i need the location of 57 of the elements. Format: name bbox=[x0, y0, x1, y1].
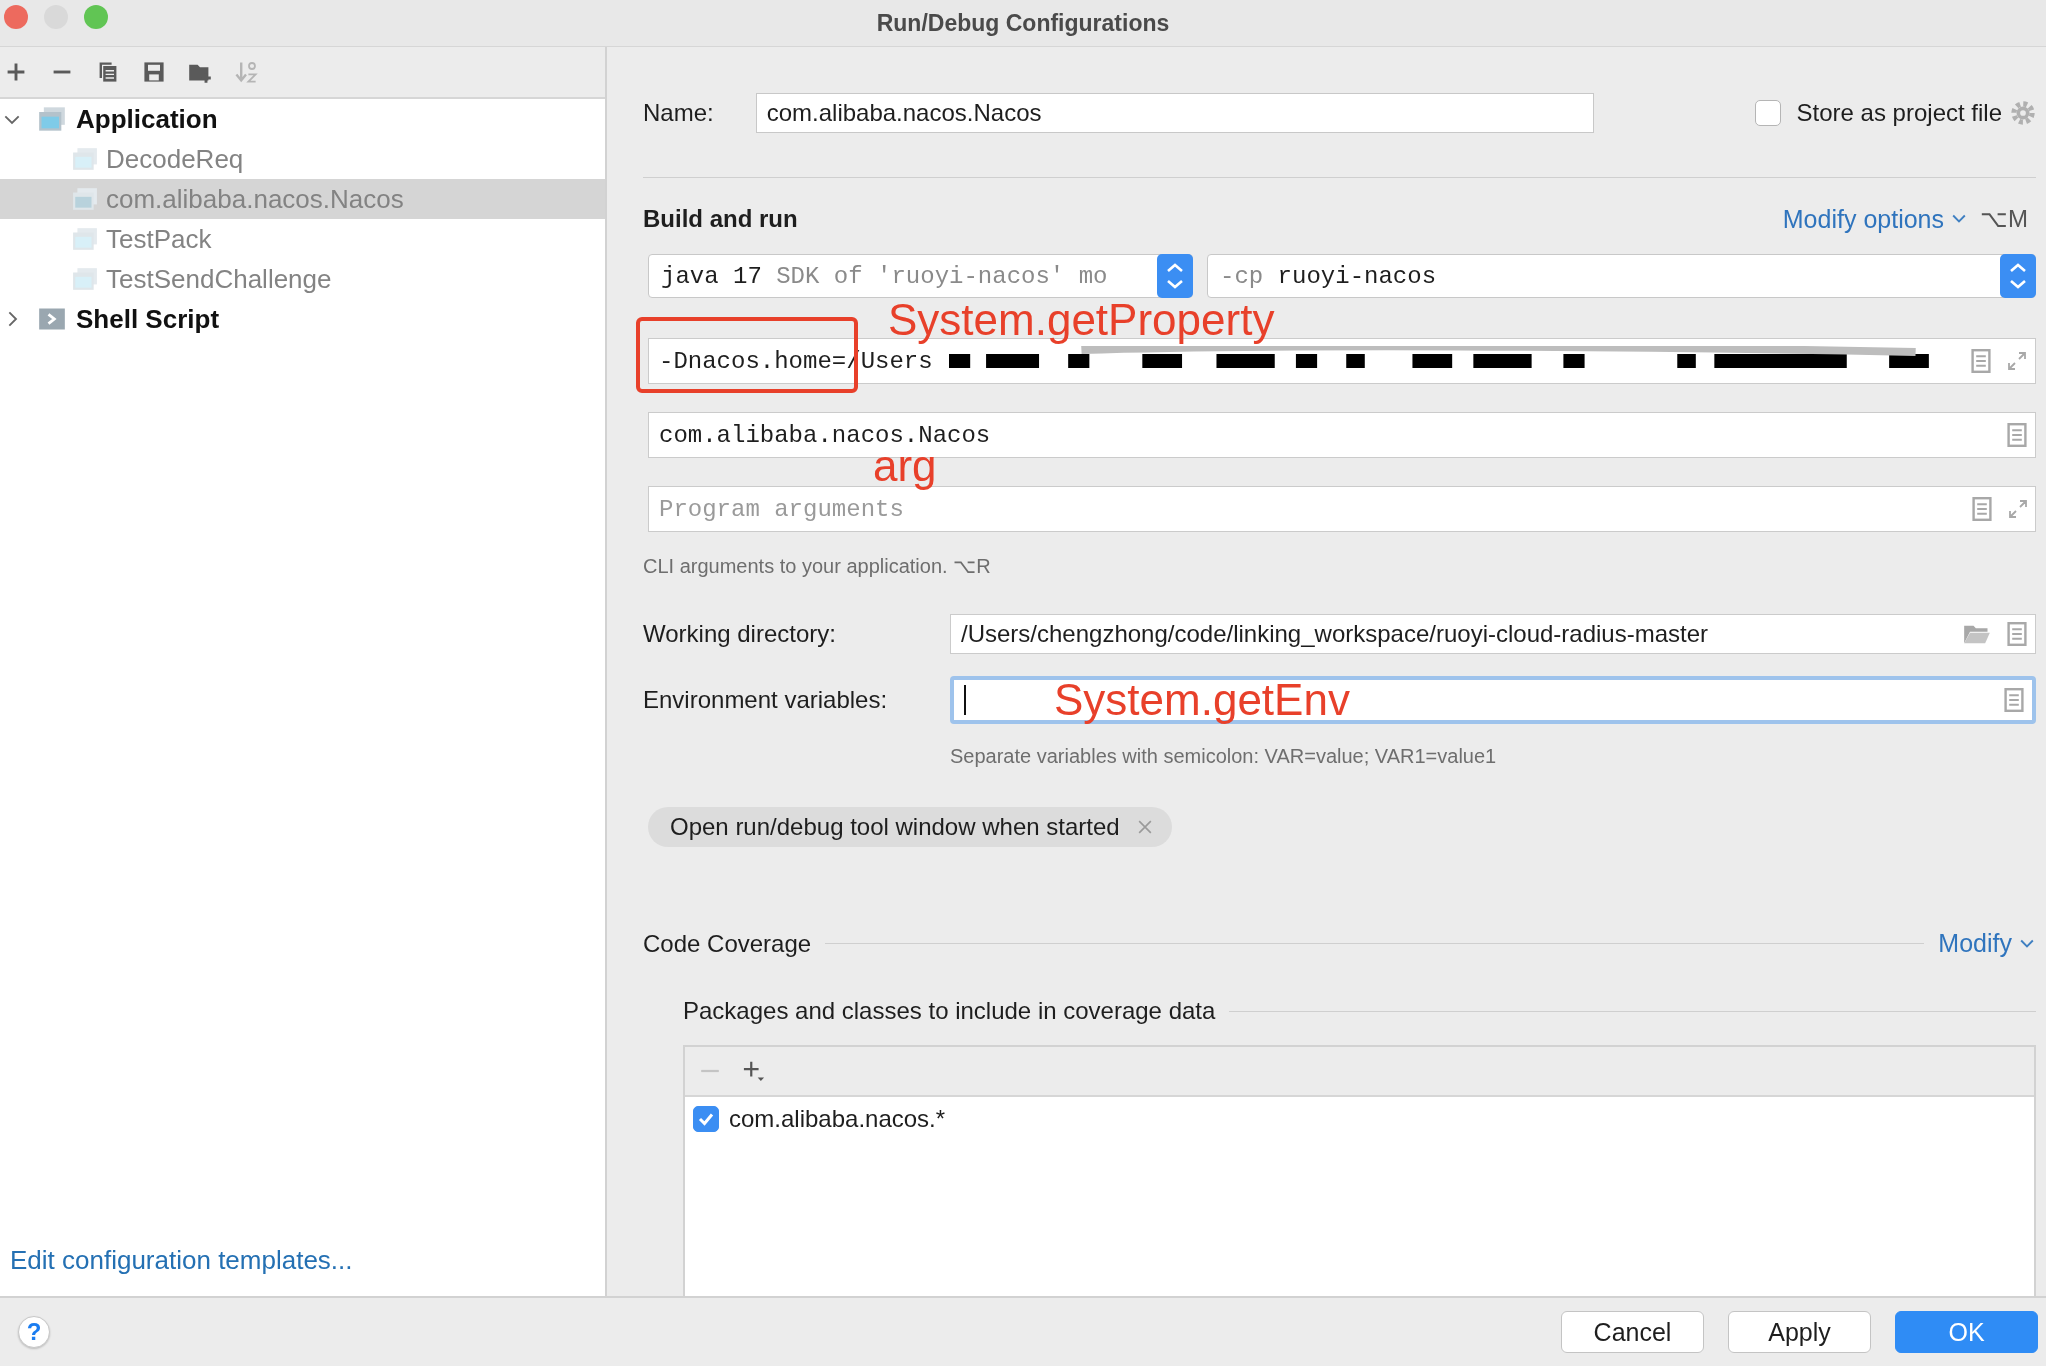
modify-link[interactable]: Modify bbox=[1938, 929, 2012, 958]
document-icon[interactable] bbox=[1972, 497, 1992, 521]
shortcut-text: ⌥M bbox=[1980, 205, 2028, 233]
store-checkbox[interactable] bbox=[1754, 100, 1781, 126]
chevron-down-icon[interactable] bbox=[2020, 938, 2034, 949]
window-control[interactable] bbox=[4, 5, 28, 29]
settings-icon[interactable] bbox=[2010, 100, 2036, 126]
name-field[interactable]: com.alibaba.nacos.Nacos bbox=[755, 93, 1594, 133]
tree-group-label[interactable]: Application bbox=[76, 103, 218, 135]
document-icon[interactable] bbox=[2004, 688, 2024, 712]
tree-group-label[interactable]: Shell Script bbox=[76, 303, 220, 335]
pattern-label: com.alibaba.nacos.* bbox=[729, 1105, 946, 1133]
dialog-button[interactable]: Apply bbox=[1728, 1311, 1871, 1353]
close-icon[interactable] bbox=[1137, 820, 1152, 834]
dialog-button[interactable]: Cancel bbox=[1561, 1311, 1704, 1353]
application-icon bbox=[72, 187, 98, 211]
window-title: Run/Debug Configurations bbox=[876, 9, 1170, 37]
dropdown-arrows-icon[interactable] bbox=[2000, 254, 2036, 298]
environment-variables-label: Environment variables: bbox=[643, 686, 889, 714]
application-icon bbox=[72, 267, 98, 291]
working-directory-field[interactable]: /Users/chengzhong/code/linking_workspace/ruoyi-cloud-radius-master bbox=[950, 614, 2036, 654]
application-icon bbox=[72, 227, 98, 251]
shell-script-icon bbox=[38, 306, 66, 332]
jre-dropdown[interactable]: java 17 SDK of 'ruoyi-nacos' mo bbox=[648, 254, 1193, 298]
document-icon[interactable] bbox=[1971, 349, 1991, 373]
store-label: Store as project file bbox=[1796, 99, 2002, 127]
annotation-text: System.getEnv bbox=[1054, 678, 1350, 722]
edit-templates-link[interactable]: Edit configuration templates... bbox=[0, 1245, 605, 1296]
hint-text: CLI arguments to your application. ⌥R bbox=[643, 554, 992, 578]
environment-variables-field[interactable]: System.getEnv bbox=[950, 676, 2036, 724]
main-class-field[interactable]: com.alibaba.nacos.Nacos bbox=[648, 412, 2036, 458]
save-icon[interactable] bbox=[142, 60, 166, 84]
chevron-down-icon[interactable] bbox=[1952, 214, 1966, 224]
name-label: Name: bbox=[643, 99, 714, 127]
section-title: Code Coverage bbox=[643, 929, 812, 958]
document-icon[interactable] bbox=[2007, 423, 2027, 447]
classpath-dropdown[interactable]: -cp ruoyi-nacos bbox=[1207, 254, 2036, 298]
document-icon[interactable] bbox=[2007, 622, 2027, 646]
tree-item[interactable]: DecodeReq bbox=[0, 139, 605, 179]
pattern-checkbox[interactable] bbox=[693, 1106, 719, 1132]
window-control[interactable] bbox=[84, 5, 108, 29]
working-directory-label: Working directory: bbox=[643, 620, 837, 648]
expand-icon[interactable] bbox=[2007, 349, 2027, 373]
help-button[interactable]: ? bbox=[18, 1316, 50, 1348]
tree-item[interactable]: TestSendChallenge bbox=[0, 259, 605, 299]
expand-icon[interactable] bbox=[2008, 497, 2028, 521]
packages-title: Packages and classes to include in coverage data bbox=[683, 997, 1216, 1025]
application-icon bbox=[72, 147, 98, 171]
dropdown-arrows-icon[interactable] bbox=[1157, 254, 1193, 298]
section-title: Build and run bbox=[643, 205, 798, 233]
sort-icon[interactable] bbox=[234, 60, 258, 84]
option-chip[interactable]: Open run/debug tool window when started bbox=[648, 807, 1172, 847]
modify-options-link[interactable]: Modify options bbox=[1782, 204, 1944, 234]
application-icon bbox=[38, 106, 66, 132]
add-icon[interactable] bbox=[743, 1060, 765, 1082]
tree-item[interactable]: TestPack bbox=[0, 219, 605, 259]
hint-text: Separate variables with semicolon: VAR=value; VAR1=value1 bbox=[950, 745, 1498, 768]
